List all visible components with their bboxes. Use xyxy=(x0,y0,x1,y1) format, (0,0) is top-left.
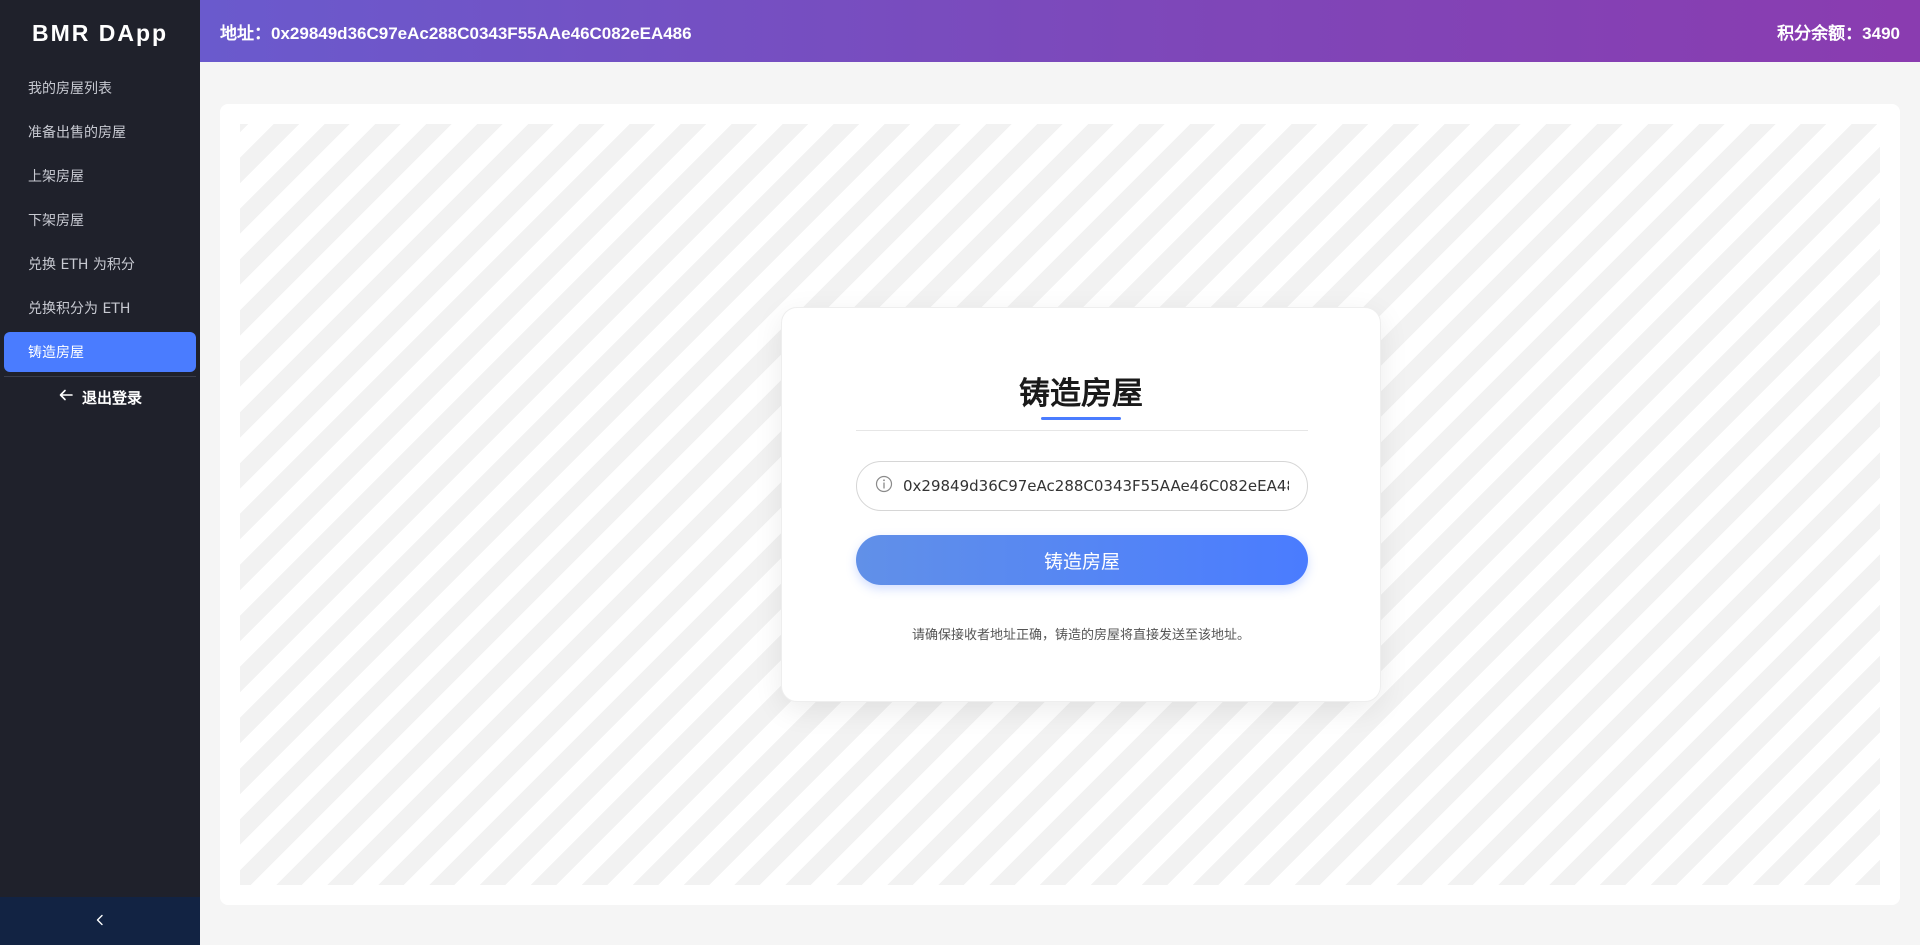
sidebar-item-my-houses[interactable]: 我的房屋列表 xyxy=(4,68,196,108)
sidebar-item-mint-house[interactable]: 铸造房屋 xyxy=(4,332,196,372)
mint-house-button[interactable]: 铸造房屋 xyxy=(856,535,1308,585)
sidebar-item-houses-for-sale[interactable]: 准备出售的房屋 xyxy=(4,112,196,152)
sidebar-item-delist-house[interactable]: 下架房屋 xyxy=(4,200,196,240)
sidebar-item-list-house[interactable]: 上架房屋 xyxy=(4,156,196,196)
recipient-address-input[interactable] xyxy=(903,477,1289,495)
striped-background: 铸造房屋 铸造房屋 请确保接收者地址正确，铸造的房屋将直接发送至该地址。 xyxy=(240,124,1880,885)
main-content: 铸造房屋 铸造房屋 请确保接收者地址正确，铸造的房屋将直接发送至该地址。 xyxy=(220,104,1900,905)
sidebar: BMR DApp 我的房屋列表 准备出售的房屋 上架房屋 下架房屋 兑换 ETH… xyxy=(0,0,200,945)
wallet-address: 地址：0x29849d36C97eAc288C0343F55AAe46C082e… xyxy=(220,23,692,43)
chevron-left-icon xyxy=(93,912,107,931)
sidebar-item-eth-to-points[interactable]: 兑换 ETH 为积分 xyxy=(4,244,196,284)
logout-button[interactable]: 退出登录 xyxy=(0,377,200,417)
mint-house-card: 铸造房屋 铸造房屋 请确保接收者地址正确，铸造的房屋将直接发送至该地址。 xyxy=(781,307,1381,702)
arrow-left-icon xyxy=(58,387,74,407)
mint-hint: 请确保接收者地址正确，铸造的房屋将直接发送至该地址。 xyxy=(911,628,1250,643)
sidebar-collapse-button[interactable] xyxy=(0,897,200,945)
info-circle-icon xyxy=(875,475,893,497)
sidebar-menu: 我的房屋列表 准备出售的房屋 上架房屋 下架房屋 兑换 ETH 为积分 兑换积分… xyxy=(0,66,200,372)
title-underline xyxy=(1041,417,1121,420)
mint-title: 铸造房屋 xyxy=(1019,376,1143,412)
points-balance: 积分余额：3490 xyxy=(1777,23,1900,43)
title-divider xyxy=(856,430,1308,431)
logout-label: 退出登录 xyxy=(81,388,142,407)
sidebar-item-points-to-eth[interactable]: 兑换积分为 ETH xyxy=(4,288,196,328)
top-header: 地址：0x29849d36C97eAc288C0343F55AAe46C082e… xyxy=(200,0,1920,62)
app-logo: BMR DApp xyxy=(31,19,169,46)
recipient-address-field[interactable] xyxy=(856,461,1308,511)
